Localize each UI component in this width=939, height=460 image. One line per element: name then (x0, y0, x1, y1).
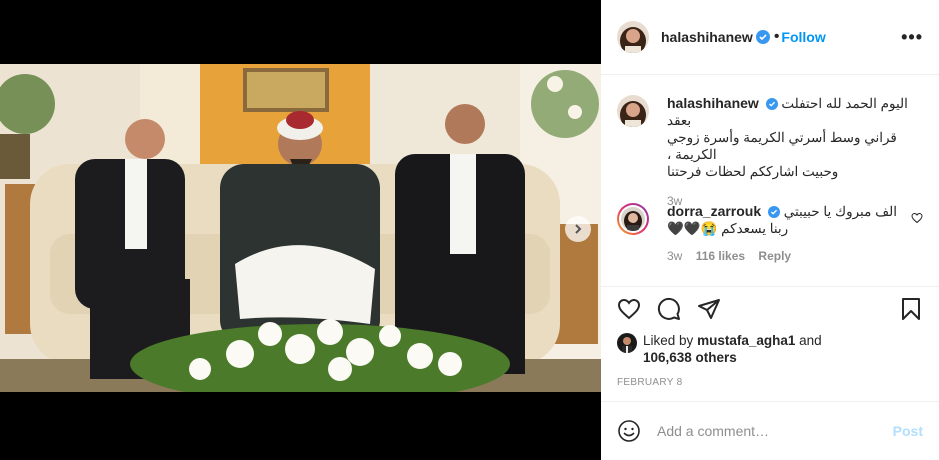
comment-text-line1: الف مبروك يا حبيبتي (783, 204, 897, 219)
commenter-username[interactable]: dorra_zarrouk (667, 203, 761, 219)
likes-others-count[interactable]: 106,638 others (643, 350, 737, 365)
verified-badge-icon (755, 30, 770, 44)
likes-summary: Liked by mustafa_agha1 and 106,638 other… (617, 332, 822, 366)
verified-badge-icon (767, 206, 780, 219)
caption-username[interactable]: halashihanew (667, 95, 759, 111)
author-username[interactable]: halashihanew (661, 29, 753, 45)
share-icon[interactable] (697, 297, 721, 321)
comment-input[interactable]: Add a comment… (657, 423, 893, 439)
chevron-right-icon (575, 224, 582, 234)
separator-dot: • (773, 28, 780, 45)
next-photo-button[interactable] (565, 216, 591, 242)
liked-by-prefix: Liked by (643, 333, 694, 348)
actions-divider (601, 286, 939, 288)
post-comment-button[interactable]: Post (893, 423, 923, 439)
commenter-avatar[interactable] (617, 203, 649, 235)
heart-icon[interactable] (617, 297, 641, 321)
add-comment-bar: Add a comment… Post (601, 401, 939, 460)
post-caption: halashihanew اليوم الحمد لله احتفلت بعقد… (617, 95, 923, 208)
verified-badge-icon (765, 98, 778, 111)
comment-icon[interactable] (657, 297, 681, 321)
more-options-icon[interactable]: ••• (901, 27, 923, 48)
author-avatar[interactable] (617, 21, 649, 53)
liked-by-and: and (799, 333, 822, 348)
caption-text-line2: قراني وسط أسرتي الكريمة وأسرة زوجي الكري… (667, 130, 897, 162)
post-media (0, 0, 601, 460)
comment-item: dorra_zarrouk الف مبروك يا حبيبتي ربنا ي… (617, 203, 923, 263)
post-header: halashihanew • Follow ••• (601, 0, 939, 75)
emoji-icon[interactable] (617, 419, 641, 443)
liker-avatar[interactable] (617, 333, 637, 353)
bookmark-icon[interactable] (899, 297, 923, 321)
liker-username[interactable]: mustafa_agha1 (697, 333, 795, 348)
reply-button[interactable]: Reply (758, 249, 791, 263)
caption-text-line3: وحبيت اشارككم لحظات فرحتنا (667, 164, 839, 179)
post-sidebar: halashihanew • Follow ••• halashihanew ا… (601, 0, 939, 460)
post-photo (0, 64, 601, 392)
post-actions (617, 297, 721, 321)
caption-avatar[interactable] (617, 95, 649, 127)
comment-likes[interactable]: 116 likes (696, 249, 745, 263)
comment-timestamp[interactable]: 3w (667, 249, 682, 263)
post-date[interactable]: FEBRUARY 8 (617, 377, 682, 388)
comment-like-heart-icon[interactable] (911, 212, 923, 224)
follow-button[interactable]: Follow (781, 29, 825, 45)
comment-text-line2: ربنا يسعدكم 😭🖤🖤 (667, 221, 789, 236)
